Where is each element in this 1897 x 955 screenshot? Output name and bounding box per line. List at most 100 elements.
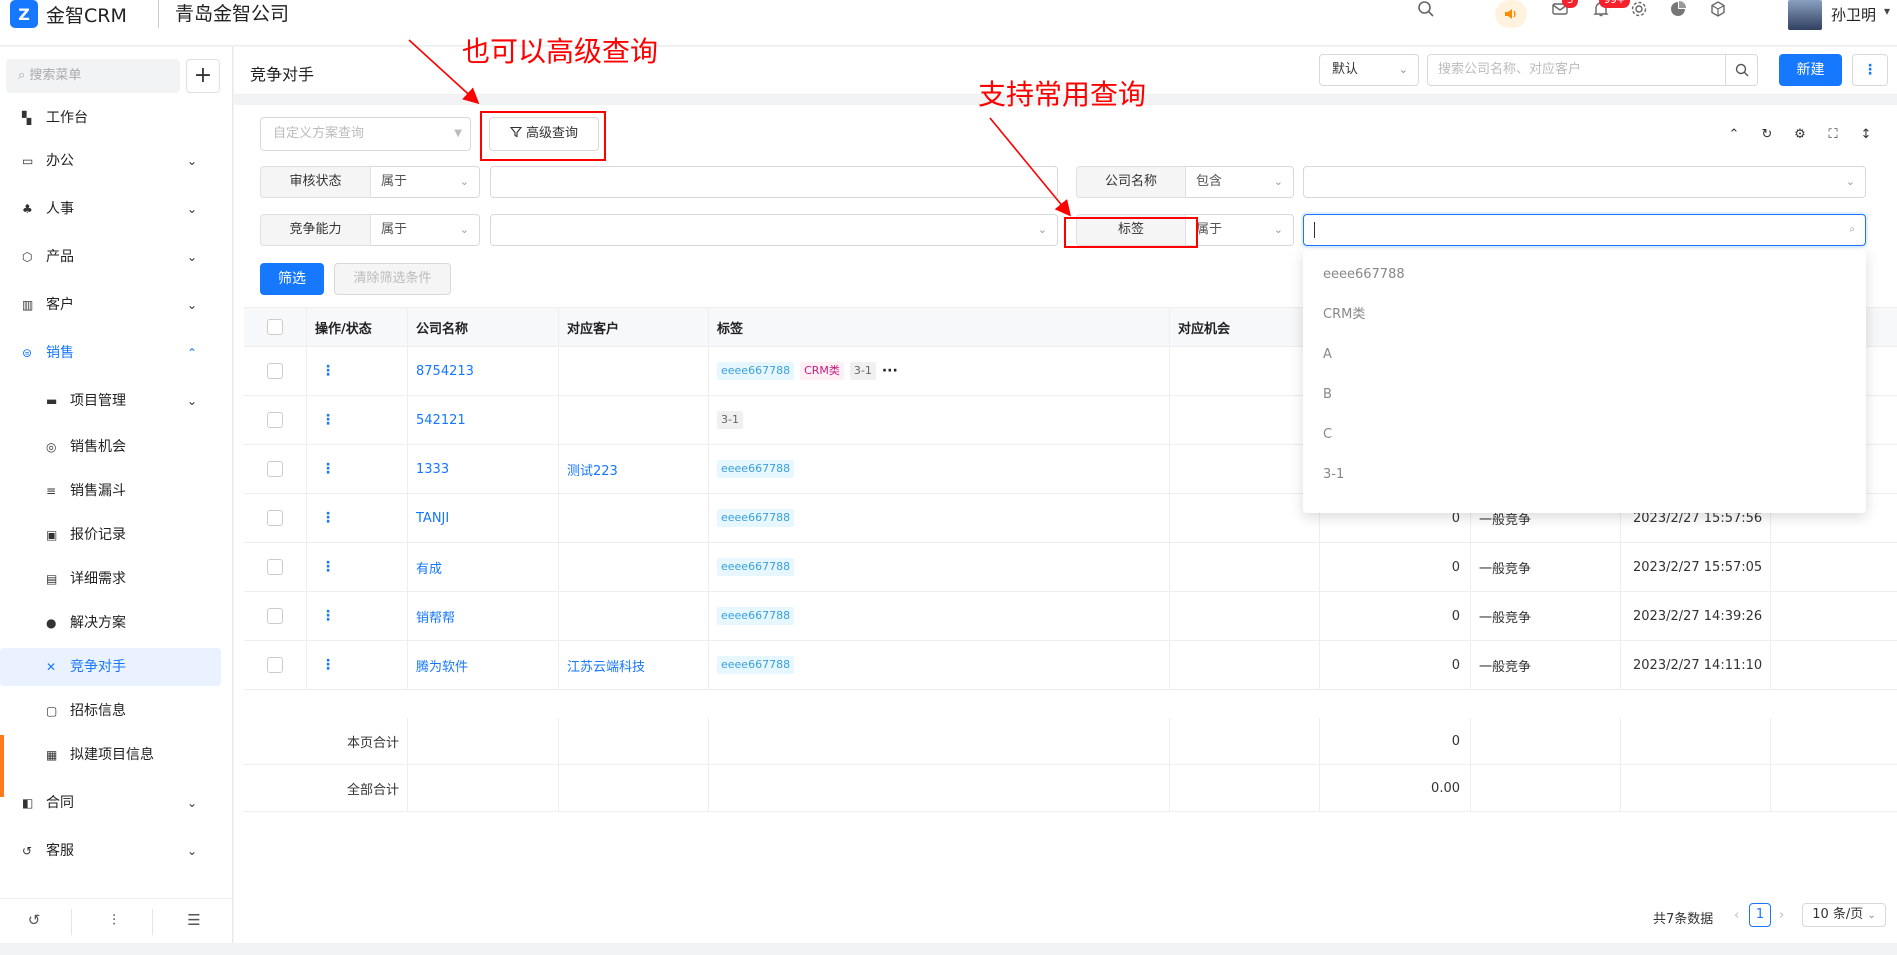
message-icon[interactable]: 3 [1548, 0, 1579, 24]
col-header-action[interactable]: 操作/状态 [307, 308, 408, 346]
next-page-icon[interactable]: › [1779, 908, 1784, 923]
col-header-company[interactable]: 公司名称 [408, 308, 559, 346]
refresh-icon[interactable]: ↻ [1757, 125, 1777, 145]
sidebar-item-hr[interactable]: ♣ 人事 ⌄ [0, 190, 223, 228]
page-size-select[interactable]: 10 条/页 ⌄ [1802, 903, 1886, 927]
sidebar-item-bid[interactable]: ▢ 招标信息 [0, 692, 223, 730]
row-actions-icon[interactable]: ⋮ [321, 363, 335, 379]
dropdown-option[interactable]: C [1303, 415, 1866, 455]
company-name[interactable]: 青岛金智公司 [158, 0, 289, 28]
company-name-link[interactable]: TANJI [408, 494, 559, 542]
company-name-link[interactable]: 1333 [408, 445, 559, 493]
customer-link[interactable] [559, 592, 709, 640]
customer-link[interactable]: 江苏云端科技 [559, 641, 709, 689]
sidebar-item-project[interactable]: ▬ 项目管理 ⌄ [0, 382, 223, 420]
filter-value-ability[interactable]: ⌄ [490, 214, 1058, 246]
chevron-down-icon[interactable]: ▾ [1884, 4, 1890, 18]
settings-icon[interactable]: ⚙ [1790, 125, 1810, 145]
sidebar-item-sales[interactable]: ⊜ 销售 ⌃ [0, 334, 223, 372]
more-options-button[interactable]: ⋮ [1852, 54, 1888, 86]
pie-chart-icon[interactable] [1666, 0, 1690, 24]
dropdown-option[interactable]: CRM类 [1303, 295, 1866, 335]
height-icon[interactable]: ↕ [1856, 125, 1876, 145]
sidebar-item-product[interactable]: ⬡ 产品 ⌄ [0, 238, 223, 276]
row-actions-icon[interactable]: ⋮ [321, 608, 335, 624]
add-menu-button[interactable]: + [186, 59, 220, 93]
sidebar-item-workbench[interactable]: ▚ 工作台 [0, 99, 223, 137]
company-name-link[interactable]: 销帮帮 [408, 592, 559, 640]
filter-value-audit[interactable] [490, 166, 1058, 198]
company-name-link[interactable]: 8754213 [408, 347, 559, 395]
page-number-current[interactable]: 1 [1749, 903, 1771, 927]
sidebar-item-service[interactable]: ↺ 客服 ⌄ [0, 832, 223, 870]
filter-op-company[interactable]: 包含 ⌄ [1186, 166, 1294, 198]
row-checkbox[interactable] [267, 461, 283, 477]
scheme-select[interactable]: 自定义方案查询 ▼ [260, 117, 471, 151]
col-header-tags[interactable]: 标签 [709, 308, 1170, 346]
col-header-customer[interactable]: 对应客户 [559, 308, 709, 346]
dropdown-option[interactable]: 3-1 [1303, 455, 1866, 495]
filter-op-tag[interactable]: 属于 ⌄ [1186, 214, 1294, 246]
row-checkbox[interactable] [267, 608, 283, 624]
sidebar-item-competitor[interactable]: ✕ 竞争对手 [0, 648, 221, 686]
sidebar-item-requirement[interactable]: ▤ 详细需求 [0, 560, 223, 598]
customer-link[interactable] [559, 494, 709, 542]
sidebar-item-customer[interactable]: ▥ 客户 ⌄ [0, 286, 223, 324]
row-checkbox[interactable] [267, 657, 283, 673]
col-header-opportunity[interactable]: 对应机会 [1170, 308, 1320, 346]
more-tags-icon[interactable]: ··· [882, 363, 898, 379]
row-checkbox[interactable] [267, 363, 283, 379]
search-icon[interactable] [1414, 0, 1438, 24]
customer-link[interactable] [559, 396, 709, 444]
row-checkbox[interactable] [267, 510, 283, 526]
company-name-link[interactable]: 腾为软件 [408, 641, 559, 689]
bell-icon[interactable]: 99+ [1589, 0, 1631, 24]
table-row[interactable]: ⋮ 销帮帮 eeee667788 0 一般竞争 2023/2/27 14:39:26 [244, 592, 1897, 641]
filter-op-audit[interactable]: 属于 ⌄ [371, 166, 480, 198]
sidebar-item-office[interactable]: ▭ 办公 ⌄ [0, 142, 223, 180]
cube-icon[interactable] [1706, 0, 1730, 24]
username[interactable]: 孙卫明 [1831, 4, 1876, 25]
sidebar-item-planned-project[interactable]: ▦ 拟建项目信息 [0, 736, 223, 774]
row-actions-icon[interactable]: ⋮ [321, 657, 335, 673]
table-row[interactable]: ⋮ 腾为软件 江苏云端科技 eeee667788 0 一般竞争 2023/2/27 14:1… [244, 641, 1897, 690]
customer-link[interactable]: 测试223 [559, 445, 709, 493]
sidebar-item-quote[interactable]: ▣ 报价记录 [0, 516, 223, 554]
sidebar-item-solution[interactable]: ● 解决方案 [0, 604, 223, 642]
app-logo[interactable]: Z 金智CRM [10, 0, 127, 28]
new-button[interactable]: 新建 [1779, 54, 1842, 86]
header-search-input[interactable]: 搜索公司名称、对应客户 [1427, 54, 1726, 86]
row-checkbox[interactable] [267, 412, 283, 428]
dropdown-option[interactable]: B [1303, 375, 1866, 415]
history-icon[interactable]: ↺ [22, 911, 46, 929]
avatar[interactable] [1788, 0, 1822, 30]
row-actions-icon[interactable]: ⋮ [321, 461, 335, 477]
select-all-checkbox[interactable] [267, 319, 283, 335]
filter-value-company[interactable]: ⌄ [1303, 166, 1866, 198]
row-actions-icon[interactable]: ⋮ [321, 559, 335, 575]
gear-icon[interactable] [1627, 0, 1651, 24]
row-actions-icon[interactable]: ⋮ [321, 412, 335, 428]
customer-link[interactable] [559, 543, 709, 591]
fullscreen-icon[interactable]: ⛶ [1823, 125, 1843, 145]
menu-search-input[interactable]: ⌕ 搜索菜单 [6, 59, 180, 93]
view-select[interactable]: 默认 ⌄ [1319, 54, 1419, 86]
collapse-up-icon[interactable]: ⌃ [1724, 125, 1744, 145]
company-name-link[interactable]: 有成 [408, 543, 559, 591]
settings-sliders-icon[interactable]: ⫶ [102, 911, 126, 929]
dropdown-option[interactable]: A [1303, 335, 1866, 375]
search-button[interactable] [1725, 54, 1758, 86]
prev-page-icon[interactable]: ‹ [1734, 908, 1739, 923]
filter-op-ability[interactable]: 属于 ⌄ [371, 214, 480, 246]
company-name-link[interactable]: 542121 [408, 396, 559, 444]
sidebar-item-opportunity[interactable]: ◎ 销售机会 [0, 428, 223, 466]
filter-value-tag[interactable]: ⌕ [1303, 214, 1866, 246]
collapse-icon[interactable]: ☰ [182, 911, 206, 929]
dropdown-option[interactable]: eeee667788 [1303, 255, 1866, 295]
filter-button[interactable]: 筛选 [260, 263, 324, 295]
side-tab[interactable] [0, 735, 4, 797]
row-actions-icon[interactable]: ⋮ [321, 510, 335, 526]
customer-link[interactable] [559, 347, 709, 395]
speaker-icon[interactable] [1495, 0, 1527, 28]
row-checkbox[interactable] [267, 559, 283, 575]
